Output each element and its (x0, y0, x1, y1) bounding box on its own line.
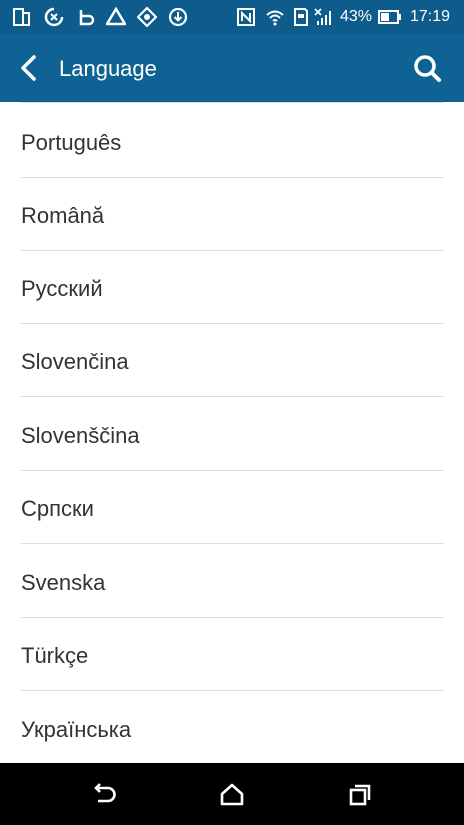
back-nav-icon[interactable] (88, 779, 120, 811)
recents-icon[interactable] (344, 779, 376, 811)
language-item-ukrainian[interactable]: Українська (0, 692, 464, 765)
nav-icon (137, 7, 157, 27)
download-icon (168, 7, 188, 27)
bluetooth-icon (79, 10, 95, 26)
divider (21, 102, 444, 103)
language-label: Slovenščina (21, 423, 140, 448)
language-item-slovenscina[interactable]: Slovenščina (0, 398, 464, 471)
signal-icon (314, 8, 331, 25)
language-item-russian[interactable]: Русский (0, 251, 464, 324)
divider (21, 690, 444, 691)
sim-icon (13, 8, 30, 26)
search-icon[interactable] (410, 52, 446, 86)
language-label: Српски (21, 496, 94, 521)
divider (21, 396, 444, 397)
language-label: Română (21, 203, 105, 228)
language-label: Türkçe (21, 643, 89, 668)
sd-card-icon (294, 8, 308, 26)
language-item-slovencina[interactable]: Slovenčina (0, 324, 464, 397)
language-item-serbian[interactable]: Српски (0, 471, 464, 544)
language-label: Svenska (21, 570, 106, 595)
drive-icon (106, 7, 126, 26)
battery-percent: 43% (340, 8, 373, 25)
language-item-svenska[interactable]: Svenska (0, 545, 464, 618)
language-label: Slovenčina (21, 349, 129, 374)
language-item-portugues[interactable]: Português (0, 105, 464, 178)
language-label: Português (21, 130, 122, 155)
language-label: Русский (21, 276, 103, 301)
language-item-turkce[interactable]: Türkçe (0, 618, 464, 691)
language-label: Українська (21, 717, 132, 742)
home-icon[interactable] (216, 779, 248, 811)
divider (21, 543, 444, 544)
page-title: Language (59, 56, 157, 81)
clock: 17:19 (410, 8, 451, 25)
language-item-romana[interactable]: Română (0, 178, 464, 251)
sync-icon (44, 7, 64, 27)
battery-icon (378, 10, 401, 24)
app-bar: Language (0, 34, 464, 102)
nfc-icon (237, 8, 255, 26)
navigation-bar (0, 763, 464, 825)
back-arrow-icon[interactable] (14, 52, 46, 84)
status-bar: 43% 17:19 (0, 0, 464, 34)
wifi-icon (266, 10, 284, 26)
